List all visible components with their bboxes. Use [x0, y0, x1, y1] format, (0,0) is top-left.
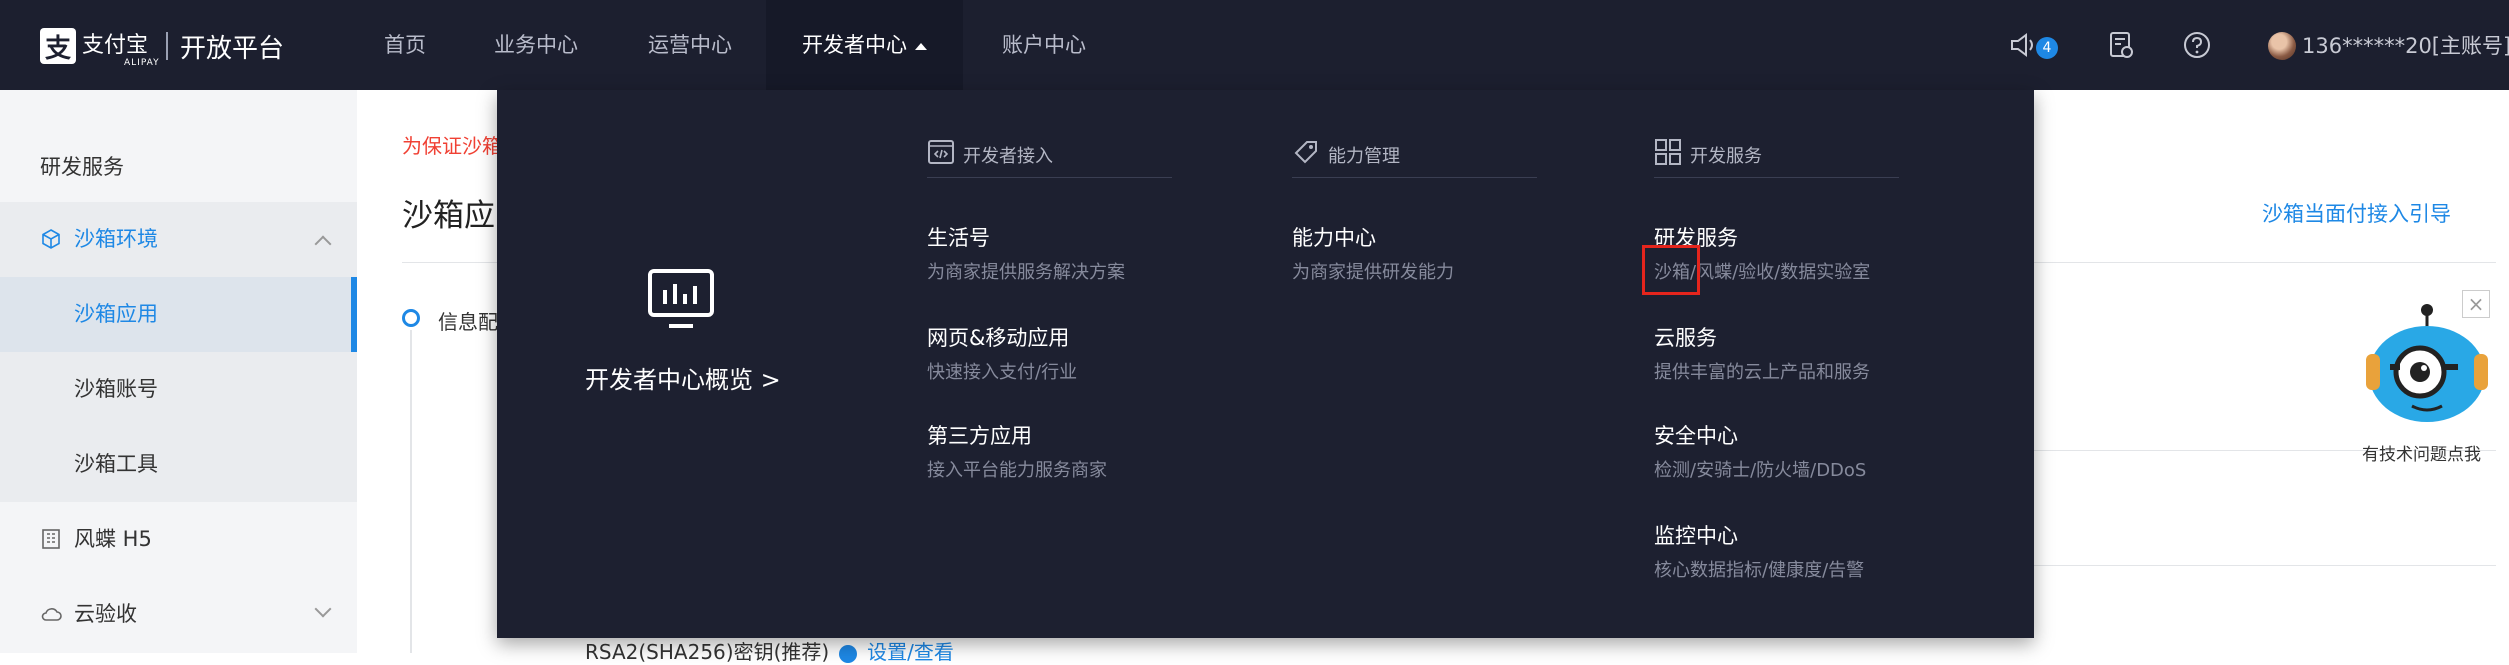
sandbox-guide-link[interactable]: 沙箱当面付接入引导: [2262, 198, 2451, 228]
rsa-key-row: RSA2(SHA256)密钥(推荐) 设置/查看: [585, 636, 954, 665]
sidebar-item-label: 沙箱应用: [74, 302, 158, 326]
column-heading-capability-management: 能力管理: [1292, 138, 1537, 178]
brand-name: 支付宝: [82, 33, 149, 58]
grid-icon: [1655, 139, 1681, 165]
notification-badge: 4: [2036, 37, 2058, 59]
nav-business-center[interactable]: 业务中心: [494, 0, 578, 90]
speaker-icon[interactable]: [2008, 30, 2038, 60]
sidebar-item-cloud-acceptance[interactable]: 云验收: [0, 577, 357, 652]
entry-desc: 接入平台能力服务商家: [927, 460, 1107, 481]
account-name[interactable]: 136******20[主账号]: [2302, 30, 2509, 60]
step-label: 信息配: [438, 310, 498, 334]
top-navigation-bar: 支 支付宝 ALIPAY 开放平台 首页 业务中心 运营中心 开发者中心 账户中…: [0, 0, 2509, 90]
highlight-box: [1642, 245, 1700, 295]
overview-panel[interactable]: 开发者中心概览 >: [497, 90, 925, 638]
entry-desc: 检测/安骑士/防火墙/DDoS: [1654, 460, 1867, 481]
robot-mascot-icon[interactable]: [2352, 302, 2502, 432]
page-title: 沙箱应: [402, 198, 495, 234]
alipay-logo-icon: 支: [40, 28, 76, 64]
entry-cloud-services[interactable]: 云服务: [1654, 322, 1717, 352]
entry-life-account[interactable]: 生活号: [927, 222, 990, 252]
nav-developer-center[interactable]: 开发者中心: [766, 0, 963, 90]
code-window-icon: [928, 140, 954, 164]
document-icon[interactable]: [2106, 30, 2136, 60]
entry-security-center[interactable]: 安全中心: [1654, 420, 1738, 450]
sidebar-item-sandbox-tools[interactable]: 沙箱工具: [0, 427, 357, 502]
brand-platform: 开放平台: [180, 33, 285, 64]
sandbox-notice: 为保证沙箱: [402, 134, 502, 158]
entry-desc: 核心数据指标/健康度/告警: [1654, 560, 1865, 581]
brand-divider: [166, 32, 169, 60]
step-indicator: [402, 309, 420, 327]
column-heading-development-services: 开发服务: [1654, 138, 1899, 178]
entry-desc: 快速接入支付/行业: [927, 362, 1078, 383]
cloud-icon: [41, 608, 62, 621]
sidebar-item-label: 沙箱环境: [74, 227, 158, 251]
rsa-key-link[interactable]: 设置/查看: [867, 640, 954, 664]
sidebar-item-fengdie-h5[interactable]: 风蝶 H5: [0, 502, 357, 577]
sidebar-item-label: 沙箱工具: [74, 452, 158, 476]
brand-logo-link[interactable]: 支 支付宝 ALIPAY 开放平台: [40, 27, 285, 68]
developer-center-dropdown: 开发者中心概览 > 开发者接入 生活号 为商家提供服务解决方案 网页&移动应用 …: [497, 90, 2034, 638]
caret-up-icon: [915, 42, 927, 50]
avatar[interactable]: [2268, 32, 2296, 60]
sidebar-heading-rd-services: 研发服务: [0, 130, 357, 205]
column-heading-label: 能力管理: [1328, 146, 1400, 167]
nav-operations-center[interactable]: 运营中心: [648, 0, 732, 90]
entry-monitoring-center[interactable]: 监控中心: [1654, 520, 1738, 550]
sidebar-item-label: 风蝶 H5: [74, 527, 152, 551]
chevron-down-icon: [314, 600, 332, 618]
mascot-caption[interactable]: 有技术问题点我: [2362, 440, 2481, 465]
nav-developer-center-label: 开发者中心: [802, 33, 907, 57]
card-divider: [2030, 565, 2496, 566]
nav-home[interactable]: 首页: [384, 0, 426, 90]
sidebar-item-sandbox-app[interactable]: 沙箱应用: [0, 277, 357, 352]
tag-icon: [1294, 141, 1317, 164]
entry-capability-center[interactable]: 能力中心: [1292, 222, 1376, 252]
sidebar-item-sandbox-account[interactable]: 沙箱账号: [0, 352, 357, 427]
step-line: [410, 330, 412, 653]
building-icon: [42, 529, 60, 549]
help-icon[interactable]: [2182, 30, 2212, 60]
rsa-key-label: RSA2(SHA256)密钥(推荐): [585, 640, 830, 664]
column-heading-developer-access: 开发者接入: [927, 138, 1172, 178]
column-heading-label: 开发者接入: [963, 146, 1053, 167]
sidebar: 研发服务 沙箱环境 沙箱应用 沙箱账号 沙箱工具 风蝶 H5 云验收: [0, 90, 357, 653]
cube-icon: [42, 229, 60, 249]
sidebar-item-label: 云验收: [74, 602, 137, 626]
nav-account-center[interactable]: 账户中心: [1002, 0, 1086, 90]
column-heading-label: 开发服务: [1690, 146, 1762, 167]
entry-web-mobile-app[interactable]: 网页&移动应用: [927, 322, 1069, 352]
sidebar-heading-label: 研发服务: [40, 155, 124, 179]
chevron-up-icon: [314, 235, 332, 253]
dashboard-monitor-icon: [648, 269, 714, 328]
sidebar-item-sandbox-env[interactable]: 沙箱环境: [0, 202, 357, 277]
entry-third-party-app[interactable]: 第三方应用: [927, 420, 1032, 450]
entry-desc: 为商家提供服务解决方案: [927, 262, 1125, 283]
brand-sub: ALIPAY: [124, 58, 160, 68]
overview-link[interactable]: 开发者中心概览 >: [585, 360, 781, 395]
entry-desc: 提供丰富的云上产品和服务: [1654, 362, 1870, 383]
sidebar-item-label: 沙箱账号: [74, 377, 158, 401]
info-icon[interactable]: [839, 644, 858, 663]
entry-desc: 为商家提供研发能力: [1292, 262, 1454, 283]
